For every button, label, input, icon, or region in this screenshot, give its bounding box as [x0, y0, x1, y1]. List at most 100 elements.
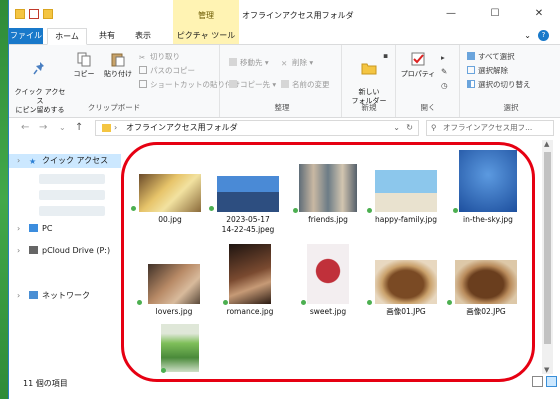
select-all-icon	[467, 52, 475, 60]
file-name: in-the-sky.jpg	[463, 215, 513, 224]
pin-icon	[33, 62, 44, 75]
up-button[interactable]: ↑	[75, 122, 83, 133]
ribbon-collapse-icon[interactable]: ⌄	[524, 31, 531, 40]
tab-share[interactable]: 共有	[91, 28, 123, 44]
properties-icon	[411, 52, 425, 66]
address-dropdown-icon[interactable]: ⌄	[393, 121, 400, 135]
file-item[interactable]: sweet.jpg	[289, 244, 367, 317]
copy-button[interactable]: コピー	[69, 51, 99, 79]
help-icon[interactable]: ?	[538, 30, 549, 41]
copy-path-button[interactable]: パスのコピー	[139, 65, 195, 76]
file-item[interactable]: 画像02.JPG	[447, 260, 525, 317]
scroll-down-icon[interactable]: ▼	[544, 366, 549, 374]
file-thumbnail	[139, 174, 201, 212]
history-icon[interactable]: ◷	[441, 81, 448, 90]
file-item[interactable]: happy-family.jpg	[367, 170, 445, 225]
tab-view[interactable]: 表示	[127, 28, 159, 44]
expand-chevron-icon[interactable]: ›	[17, 246, 23, 255]
file-item[interactable]: 2023-05-17 14-22-45.jpeg	[209, 176, 287, 235]
nav-item-pc[interactable]: › PC	[17, 224, 52, 233]
tab-file[interactable]: ファイル	[9, 28, 43, 44]
explorer-window: 管理 オフラインアクセス用フォルダ — ☐ ✕ ファイル ホーム 共有 表示 ピ…	[8, 0, 560, 399]
file-thumbnail	[375, 170, 437, 212]
scrollbar-thumb[interactable]	[544, 152, 551, 344]
title-bar: 管理 オフラインアクセス用フォルダ — ☐ ✕	[9, 0, 560, 28]
tab-home[interactable]: ホーム	[47, 28, 87, 45]
status-bar: 11 個の項目	[9, 374, 560, 399]
file-name: friends.jpg	[308, 215, 348, 224]
select-group-label: 選択	[503, 103, 519, 112]
invert-selection-button[interactable]: 選択の切り替え	[467, 79, 531, 90]
organize-group: 移動先 ▾ コピー先 ▾ ✕ 削除 ▾ 名前の変更 整理	[223, 45, 342, 117]
move-to-icon	[229, 58, 237, 66]
new-item-icon[interactable]: ▪	[383, 51, 388, 60]
file-item[interactable]: in-the-sky.jpg	[449, 150, 527, 225]
new-group: 新しい フォルダー ▪ 新規	[343, 45, 396, 117]
nav-item-network[interactable]: › ネットワーク	[17, 290, 90, 301]
expand-chevron-icon[interactable]: ›	[17, 224, 23, 233]
open-icon[interactable]: ▸	[441, 53, 445, 62]
file-item[interactable]	[141, 324, 219, 375]
move-to-button[interactable]: 移動先 ▾	[229, 57, 269, 68]
network-label: ネットワーク	[42, 291, 90, 300]
forward-button[interactable]: →	[39, 122, 47, 133]
invert-selection-icon	[467, 80, 475, 88]
file-thumbnail	[148, 264, 200, 304]
properties-button[interactable]: プロパティ	[399, 51, 437, 79]
star-icon: ★	[29, 157, 37, 166]
vertical-scrollbar[interactable]: ▲ ▼	[542, 140, 553, 374]
paste-button[interactable]: 貼り付け	[101, 51, 135, 79]
tab-picture-tools[interactable]: ピクチャ ツール	[173, 28, 239, 44]
sync-status-icon	[447, 300, 452, 305]
blurred-item	[39, 190, 105, 200]
file-item[interactable]: lovers.jpg	[135, 264, 213, 317]
details-view-icon[interactable]	[532, 376, 543, 387]
refresh-icon[interactable]: ↻	[406, 121, 413, 135]
select-all-button[interactable]: すべて選択	[467, 51, 515, 62]
edit-icon[interactable]: ✎	[441, 67, 447, 76]
large-icons-view-icon[interactable]	[546, 376, 557, 387]
file-name: 2023-05-17 14-22-45.jpeg	[221, 215, 275, 234]
clipboard-group: クイック アクセス にピン留めする コピー 貼り付け ✂ 切り取り パスのコピー …	[9, 45, 240, 117]
file-name: sweet.jpg	[309, 307, 347, 316]
open-group: プロパティ ▸ ✎ ◷ 開く	[397, 45, 460, 117]
cut-button[interactable]: ✂ 切り取り	[139, 51, 180, 62]
address-path: オフラインアクセス用フォルダ	[126, 123, 238, 132]
file-item[interactable]: friends.jpg	[289, 164, 367, 225]
select-group: すべて選択 選択解除 選択の切り替え 選択	[461, 45, 560, 117]
copy-path-label: パスのコピー	[150, 66, 195, 75]
folder-icon	[15, 9, 25, 19]
expand-chevron-icon[interactable]: ›	[17, 154, 23, 168]
delete-button[interactable]: ✕ 削除 ▾	[281, 57, 313, 68]
scroll-up-icon[interactable]: ▲	[544, 140, 549, 148]
file-item[interactable]: 00.jpg	[131, 174, 209, 225]
blurred-item	[39, 206, 105, 216]
new-folder-qat-icon[interactable]	[43, 9, 53, 19]
back-button[interactable]: ←	[21, 122, 29, 133]
navigation-pane: › ★ クイック アクセス › PC › pCloud Drive (P:) › ネットワ…	[9, 140, 121, 374]
minimize-button[interactable]: —	[429, 0, 473, 28]
search-box[interactable]: ⚲ オフラインアクセス用フ...	[426, 120, 554, 136]
file-thumbnail	[455, 260, 517, 304]
select-none-button[interactable]: 選択解除	[467, 65, 508, 76]
breadcrumb-separator-icon: ›	[114, 123, 118, 132]
recent-locations-button[interactable]: ⌄	[59, 123, 66, 132]
file-name: 00.jpg	[158, 215, 182, 224]
close-button[interactable]: ✕	[517, 0, 560, 28]
scissors-icon: ✂	[139, 53, 146, 62]
maximize-button[interactable]: ☐	[473, 0, 517, 28]
file-name: lovers.jpg	[155, 307, 193, 316]
properties-qat-icon[interactable]	[29, 9, 39, 19]
rename-button[interactable]: 名前の変更	[281, 79, 330, 90]
quick-access-label: クイック アクセス	[42, 156, 109, 165]
blurred-item	[39, 174, 105, 184]
nav-item-quick-access[interactable]: › ★ クイック アクセス	[9, 154, 121, 168]
expand-chevron-icon[interactable]: ›	[17, 291, 23, 300]
copy-to-button[interactable]: コピー先 ▾	[229, 79, 276, 90]
search-icon: ⚲	[431, 123, 437, 132]
address-bar[interactable]: › オフラインアクセス用フォルダ ⌄ ↻	[95, 120, 419, 136]
file-item[interactable]: romance.jpg	[211, 244, 289, 317]
file-item[interactable]: 画像01.JPG	[367, 260, 445, 317]
nav-item-pcloud[interactable]: › pCloud Drive (P:)	[17, 246, 110, 255]
file-thumbnail	[459, 150, 517, 212]
